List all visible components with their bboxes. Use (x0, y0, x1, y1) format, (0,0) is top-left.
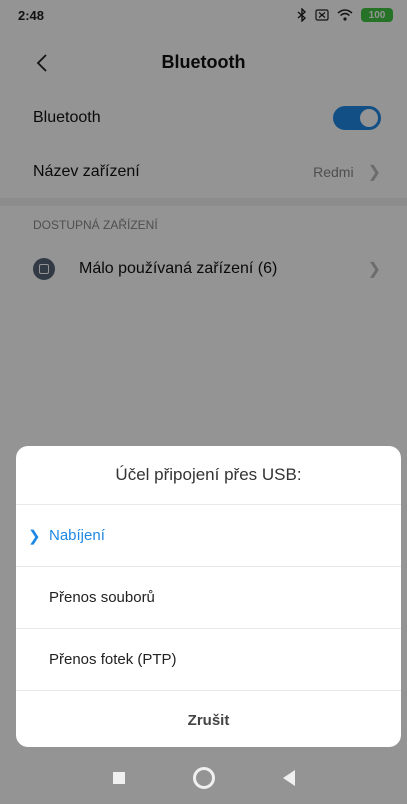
option-photo-transfer[interactable]: Přenos fotek (PTP) (16, 628, 401, 690)
cancel-button[interactable]: Zrušit (16, 690, 401, 747)
back-nav-button[interactable] (282, 770, 295, 786)
option-charging[interactable]: ❯ Nabíjení (16, 504, 401, 566)
recents-button[interactable] (112, 772, 125, 784)
option-label: Přenos fotek (PTP) (49, 651, 177, 668)
home-button[interactable] (192, 767, 215, 789)
screen: 2:48 100 Bluetooth Bluetooth Název zaříz… (0, 0, 407, 804)
option-label: Přenos souborů (49, 589, 155, 606)
dialog-title: Účel připojení přes USB: (115, 465, 302, 484)
chevron-right-icon: ❯ (28, 527, 41, 545)
option-file-transfer[interactable]: Přenos souborů (16, 566, 401, 628)
navigation-bar (0, 752, 407, 804)
option-label: Nabíjení (49, 527, 105, 544)
usb-purpose-dialog: Účel připojení přes USB: ❯ Nabíjení Přen… (16, 446, 401, 747)
